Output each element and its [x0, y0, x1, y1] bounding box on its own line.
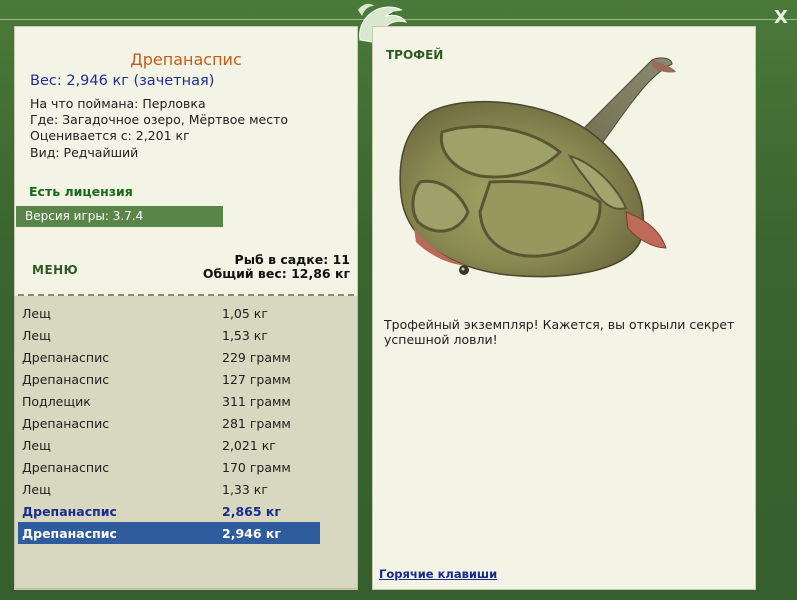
fish-item-name: Лещ [22, 328, 51, 343]
menu-button[interactable]: МЕНЮ [32, 263, 78, 277]
fish-item-name: Дрепанаспис [22, 350, 110, 365]
list-item[interactable]: Дрепанаспис 170 грамм [18, 456, 320, 478]
value-info: Оценивается с: 2,201 кг [30, 128, 190, 143]
trophy-description: Трофейный экземпляр! Кажется, вы открыли… [384, 317, 735, 347]
fish-item-weight: 2,946 кг [222, 526, 281, 541]
list-item[interactable]: Дрепанаспис 229 грамм [18, 346, 320, 368]
list-divider [18, 294, 354, 296]
fish-list: Лещ 1,05 кг Лещ 1,53 кг Дрепанаспис 229 гра… [18, 302, 320, 544]
total-weight: Общий вес: 12,86 кг [202, 266, 350, 281]
fish-item-name: Подлещик [22, 394, 91, 409]
list-item[interactable]: Подлещик 311 грамм [18, 390, 320, 412]
fish-item-name: Дрепанаспис [22, 416, 110, 431]
fish-item-name: Дрепанаспис [22, 526, 117, 541]
fish-item-weight: 2,021 кг [222, 438, 276, 453]
hotkeys-link[interactable]: Горячие клавиши [379, 567, 497, 581]
license-status: Есть лицензия [29, 184, 133, 199]
fish-item-name: Дрепанаспис [22, 372, 110, 387]
fish-item-weight: 311 грамм [222, 394, 291, 409]
keepnet-summary: Рыб в садке: 11 Общий вес: 12,86 кг [203, 253, 350, 281]
fish-item-name: Дрепанаспис [22, 504, 117, 519]
fish-item-weight: 2,865 кг [222, 504, 281, 519]
fish-item-weight: 229 грамм [222, 350, 291, 365]
fish-item-name: Дрепанаспис [22, 460, 110, 475]
list-item[interactable]: Дрепанаспис 281 грамм [18, 412, 320, 434]
fish-item-weight: 1,33 кг [222, 482, 268, 497]
fish-item-weight: 1,53 кг [222, 328, 268, 343]
fish-item-weight: 281 грамм [222, 416, 291, 431]
fish-weight: Вес: 2,946 кг (зачетная) [30, 73, 215, 89]
close-icon[interactable]: X [771, 8, 791, 28]
list-item[interactable]: Лещ 1,53 кг [18, 324, 320, 346]
list-item[interactable]: Дрепанаспис 127 грамм [18, 368, 320, 390]
list-item-selected[interactable]: Дрепанаспис 2,946 кг [18, 522, 320, 544]
fish-item-weight: 1,05 кг [222, 306, 268, 321]
fish-count: Рыб в садке: 11 [234, 252, 350, 267]
list-item[interactable]: Лещ 1,05 кг [18, 302, 320, 324]
list-item[interactable]: Лещ 2,021 кг [18, 434, 320, 456]
fish-item-name: Лещ [22, 482, 51, 497]
fish-item-weight: 127 грамм [222, 372, 291, 387]
game-version-bar: Версия игры: 3.7.4 [16, 206, 223, 227]
fish-item-name: Лещ [22, 306, 51, 321]
rarity-info: Вид: Редчайший [30, 145, 139, 160]
fish-item-name: Лещ [22, 438, 51, 453]
fish-image [399, 57, 676, 278]
list-item[interactable]: Лещ 1,33 кг [18, 478, 320, 500]
list-item[interactable]: Дрепанаспис 2,865 кг [18, 500, 320, 522]
fish-item-weight: 170 грамм [222, 460, 291, 475]
bait-info: На что поймана: Перловка [30, 96, 206, 111]
location-info: Где: Загадочное озеро, Мёртвое место [30, 112, 289, 127]
fish-name-title: Дрепанаспис [130, 50, 242, 69]
